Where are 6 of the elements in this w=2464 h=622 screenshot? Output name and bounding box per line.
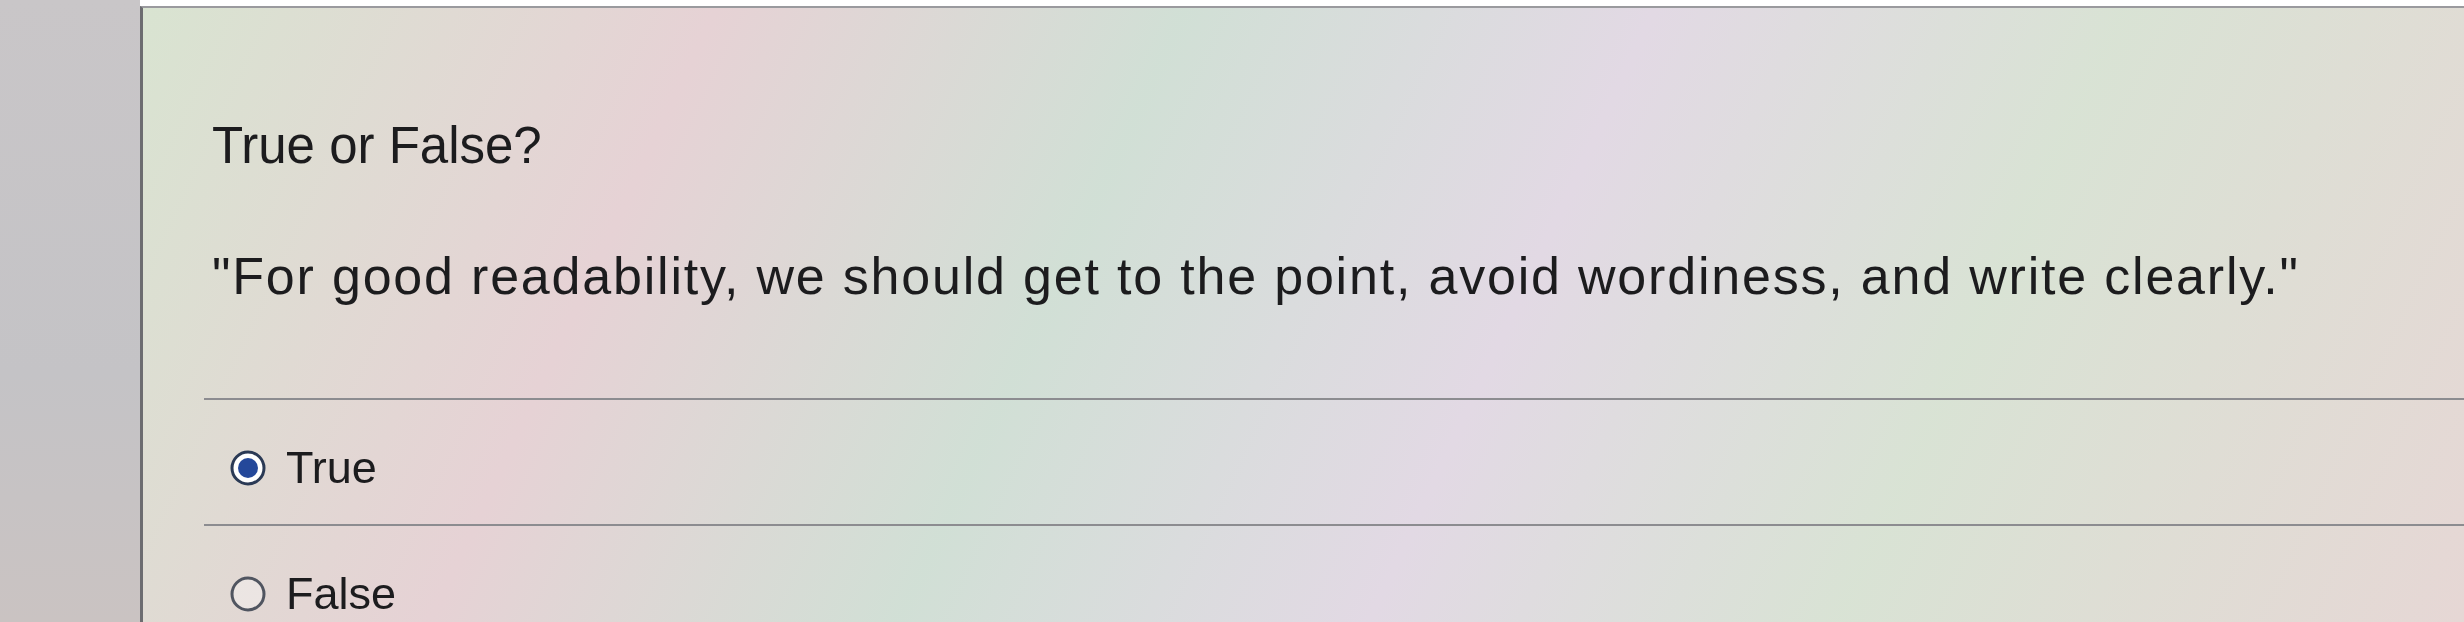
radio-button[interactable] [230, 450, 266, 486]
option-label[interactable]: True [286, 448, 377, 488]
question-prompt: "For good readability, we should get to the point, avoid wordiness, and write clearly." [212, 246, 2301, 306]
radio-button[interactable] [230, 576, 266, 612]
question-title: True or False? [212, 116, 543, 176]
option-label[interactable]: False [286, 574, 397, 614]
